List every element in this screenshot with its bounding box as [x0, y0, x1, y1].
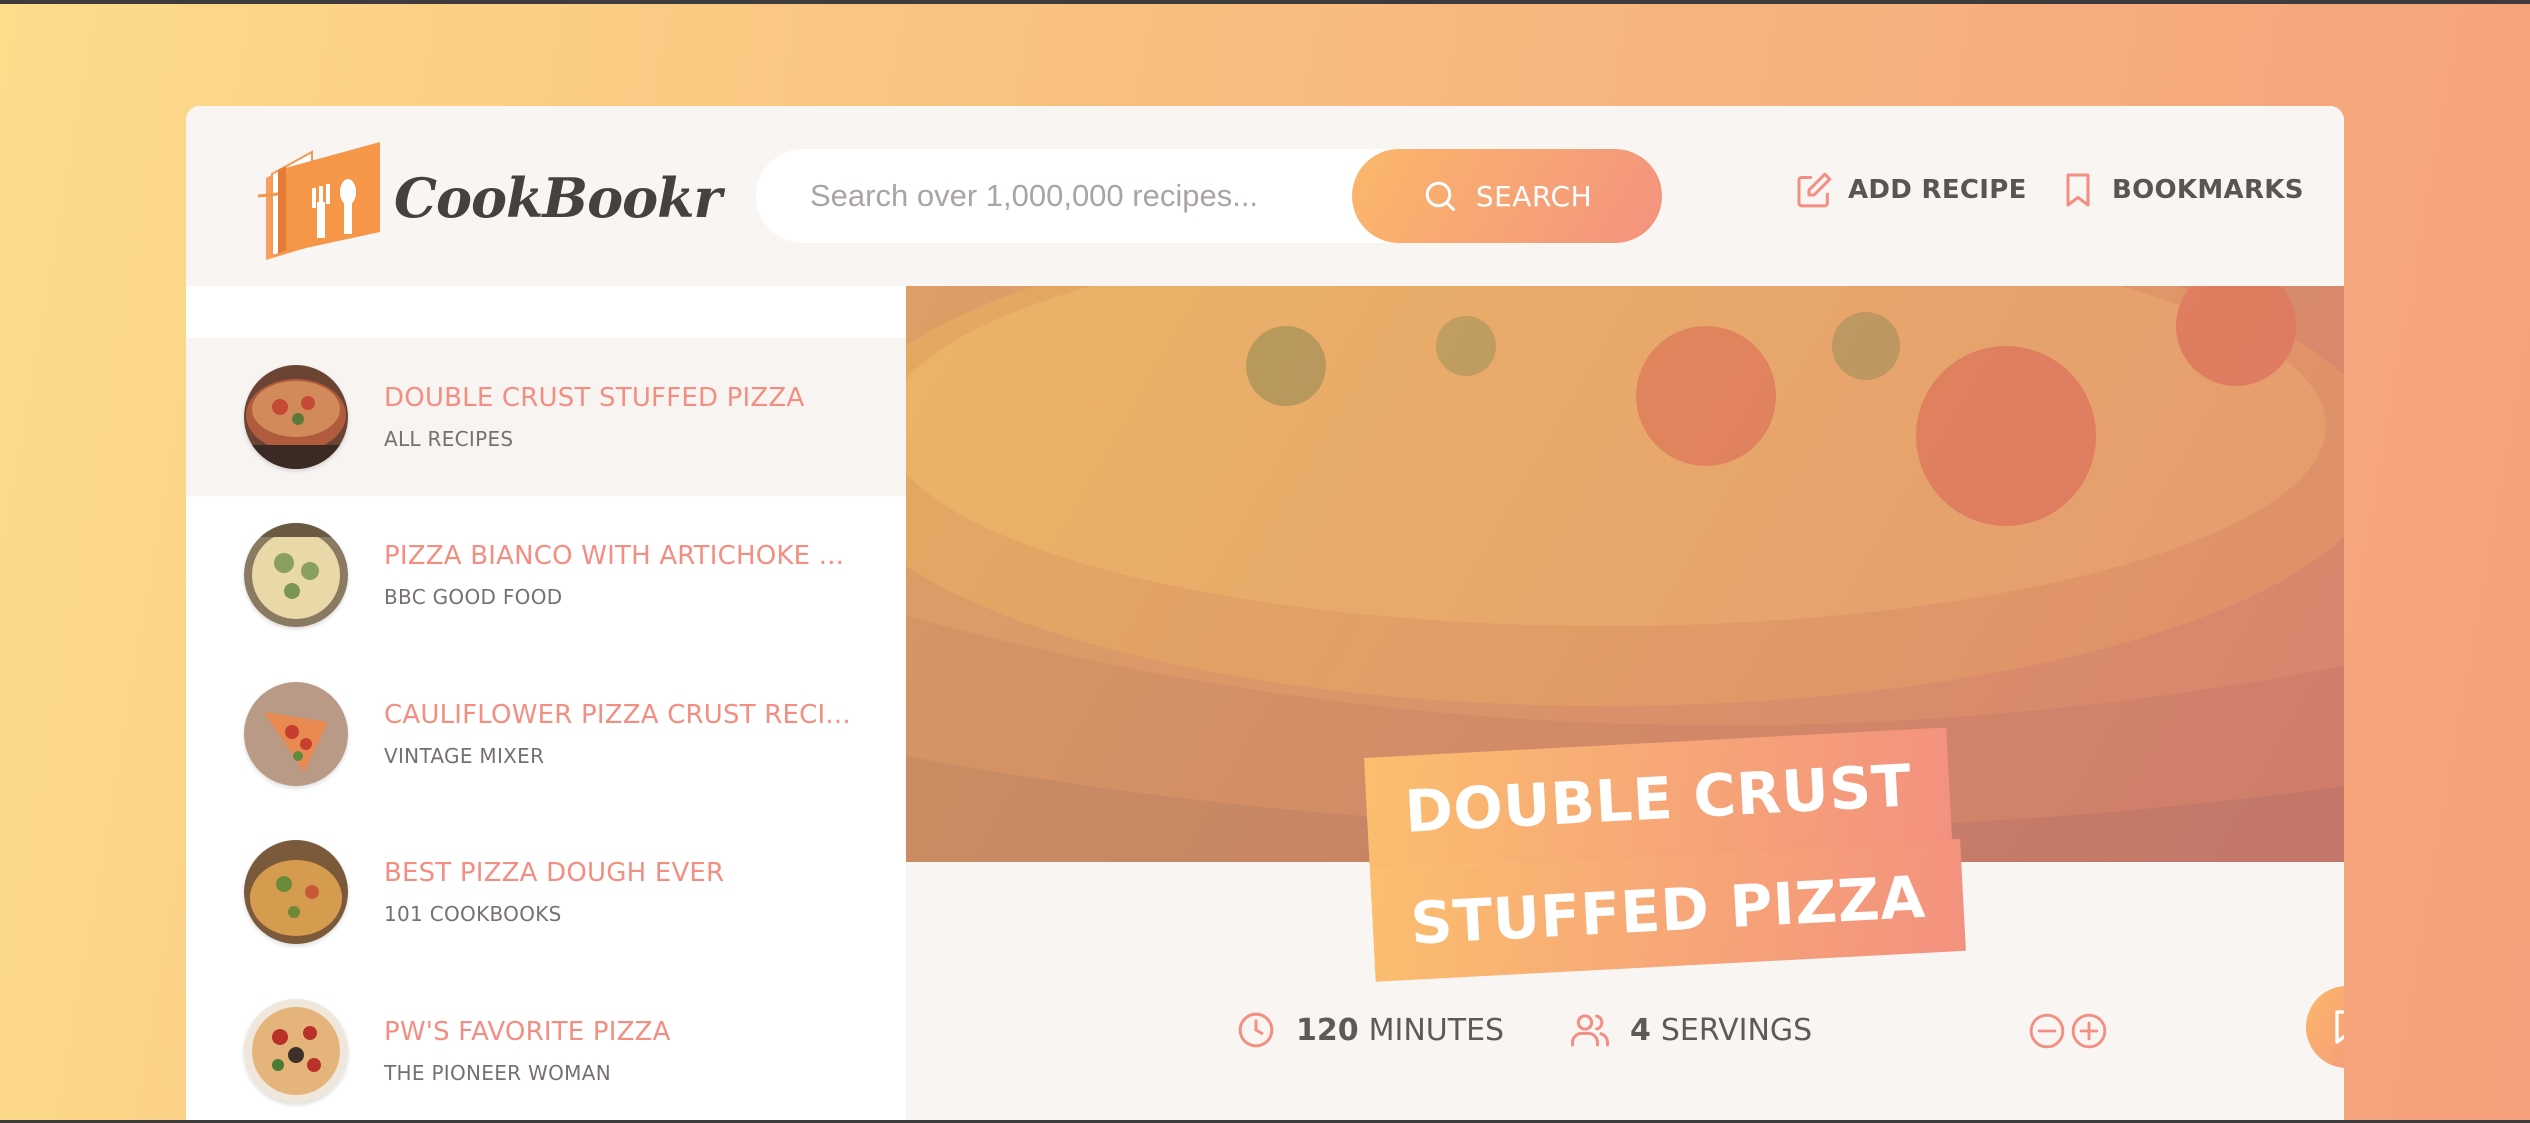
result-item[interactable]: BEST PIZZA DOUGH EVER 101 COOKBOOKS: [186, 813, 906, 971]
header: CookBookr SEARCH ADD RECIPE BOOKMARKS: [186, 106, 2344, 286]
add-recipe-label: ADD RECIPE: [1848, 175, 2027, 205]
servings-value: 4: [1630, 1012, 1651, 1048]
recipe-thumbnail: [244, 523, 348, 627]
minutes-value: 120: [1296, 1012, 1359, 1048]
recipe-details: 120 MINUTES 4 SERVINGS: [906, 986, 2344, 1076]
search-icon: [1425, 181, 1455, 211]
add-recipe-button[interactable]: ADD RECIPE: [1794, 170, 2027, 210]
result-publisher: ALL RECIPES: [384, 427, 514, 451]
minutes-unit: MINUTES: [1368, 1012, 1505, 1048]
result-title: PW'S FAVORITE PIZZA: [384, 1017, 671, 1047]
search-button[interactable]: SEARCH: [1352, 149, 1662, 243]
search-button-label: SEARCH: [1475, 179, 1593, 213]
recipe-thumbnail: [244, 840, 348, 944]
recipe-thumbnail: [244, 999, 348, 1103]
clock-icon: [1238, 1012, 1274, 1048]
result-item[interactable]: CAULIFLOWER PIZZA CRUST RECI... VINTAGE …: [186, 655, 906, 813]
result-item[interactable]: DOUBLE CRUST STUFFED PIZZA ALL RECIPES: [186, 338, 906, 496]
recipe-thumbnail: [244, 365, 348, 469]
increase-servings-icon[interactable]: [2070, 1012, 2108, 1050]
result-title: BEST PIZZA DOUGH EVER: [384, 858, 725, 888]
decrease-servings-icon[interactable]: [2028, 1012, 2066, 1050]
result-item[interactable]: PIZZA BIANCO WITH ARTICHOKE ... BBC GOOD…: [186, 496, 906, 654]
result-item[interactable]: PW'S FAVORITE PIZZA THE PIONEER WOMAN: [186, 972, 906, 1123]
bookmarks-label: BOOKMARKS: [2112, 175, 2304, 205]
bookmark-recipe-button[interactable]: [2306, 986, 2344, 1068]
recipe-title: DOUBLE CRUST STUFFED PIZZA: [1364, 727, 1967, 982]
recipe-servings: 4 SERVINGS: [1570, 1010, 1812, 1050]
recipe-thumbnail: [244, 682, 348, 786]
cookbook-logo-icon: [257, 142, 380, 260]
servings-unit: SERVINGS: [1660, 1012, 1813, 1048]
result-publisher: 101 COOKBOOKS: [384, 902, 562, 926]
edit-icon: [1797, 172, 1832, 208]
result-title: CAULIFLOWER PIZZA CRUST RECI...: [384, 700, 851, 730]
logo[interactable]: CookBookr: [256, 136, 722, 260]
users-icon: [1571, 1014, 1610, 1047]
recipe-cooking-time: 120 MINUTES: [1236, 1010, 1504, 1050]
search-input[interactable]: [756, 149, 1352, 243]
search-form: SEARCH: [756, 149, 1662, 243]
result-publisher: VINTAGE MIXER: [384, 744, 545, 768]
window-top-edge: [0, 0, 2530, 4]
bookmark-icon: [2335, 1010, 2344, 1044]
result-publisher: BBC GOOD FOOD: [384, 585, 563, 609]
logo-text: CookBookr: [394, 166, 722, 230]
servings-controls: [2028, 1012, 2108, 1050]
result-title: DOUBLE CRUST STUFFED PIZZA: [384, 383, 805, 413]
app-container: CookBookr SEARCH ADD RECIPE BOOKMARKS: [186, 106, 2344, 1123]
recipe-view: DOUBLE CRUST STUFFED PIZZA 120 MINUTES 4…: [906, 286, 2344, 1123]
bookmark-icon: [2066, 173, 2090, 207]
result-title: PIZZA BIANCO WITH ARTICHOKE ...: [384, 541, 845, 571]
bookmarks-button[interactable]: BOOKMARKS: [2058, 170, 2304, 210]
result-publisher: THE PIONEER WOMAN: [384, 1061, 611, 1085]
search-results: DOUBLE CRUST STUFFED PIZZA ALL RECIPES P…: [186, 286, 906, 1123]
